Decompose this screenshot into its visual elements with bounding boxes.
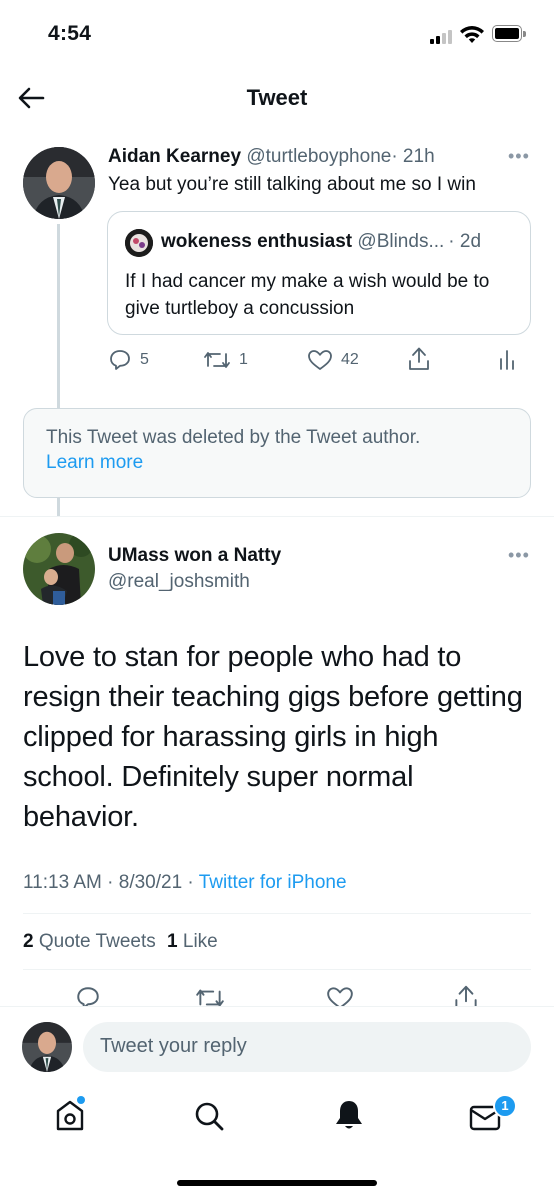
divider [23,913,531,914]
author-handle[interactable]: @real_joshsmith [108,571,250,593]
thread-line [57,224,60,408]
author-name[interactable]: UMass won a Natty [108,545,281,567]
search-icon[interactable] [192,1099,226,1133]
quote-tweets-label: Quote Tweets [38,931,156,952]
quote-tweet-count: 2 [23,931,34,952]
share-icon[interactable] [406,345,432,373]
tweet-time: · 21h [391,146,435,167]
retweet-count: 1 [239,351,248,368]
like-icon [308,350,332,370]
like-count: 42 [341,351,359,368]
quote-author-name: wokeness enthusiast [161,231,353,252]
battery-icon [492,25,528,44]
quote-tweets-stat[interactable]: 2 Quote Tweets [23,931,156,952]
retweet-action[interactable]: 1 [203,348,248,372]
quote-avatar [125,229,153,257]
cellular-signal-icon [430,28,456,44]
tweet-text: Love to stan for people who had to resig… [23,641,523,833]
tweet-meta: 11:13 AM · 8/30/21 · Twitter for iPhone [23,872,347,894]
home-indicator [177,1180,377,1186]
reply-placeholder: Tweet your reply [100,1035,247,1057]
my-avatar[interactable] [22,1022,72,1072]
like-action[interactable]: 42 [307,348,359,372]
tweet-timestamp: 11:13 AM · 8/30/21 · [23,872,194,893]
divider [23,969,531,970]
reply-icon [110,350,130,370]
author-name[interactable]: Aidan Kearney [108,146,241,167]
thread-line-lower [57,497,60,517]
wifi-icon [460,26,484,43]
quote-time: · 2d [448,231,482,252]
quote-header: wokeness enthusiast @Blinds... · 2d [161,231,481,253]
quote-author-handle: @Blinds... [357,231,445,252]
home-icon[interactable] [52,1096,88,1134]
divider [0,516,554,517]
tweet-stats: 2 Quote Tweets 1 Like [23,931,218,953]
likes-label: Like [182,931,218,952]
status-time: 4:54 [48,22,92,45]
reply-input[interactable]: Tweet your reply [83,1022,531,1072]
analytics-icon[interactable] [497,347,517,371]
messages-badge: 1 [493,1094,517,1118]
author-handle[interactable]: @turtleboyphone [246,146,391,167]
tweet-source-link[interactable]: Twitter for iPhone [199,872,347,893]
deleted-notice-text: This Tweet was deleted by the Tweet auth… [46,427,421,448]
reply-action[interactable]: 5 [108,348,149,372]
likes-stat[interactable]: 1 Like [167,931,218,952]
learn-more-link[interactable]: Learn more [46,452,143,474]
more-icon[interactable]: ••• [508,545,530,566]
notifications-icon[interactable] [332,1097,366,1133]
like-total: 1 [167,931,178,952]
more-icon[interactable]: ••• [508,146,530,167]
page-title: Tweet [246,85,308,110]
avatar[interactable] [23,533,95,605]
avatar[interactable] [23,147,95,219]
reply-count: 5 [140,351,149,368]
tweet-text: Yea but you’re still talking about me so… [108,174,476,195]
tweet-header: Aidan Kearney @turtleboyphone· 21h [108,146,435,168]
retweet-icon [204,352,230,368]
quote-text: If I had cancer my make a wish would be … [125,271,490,319]
